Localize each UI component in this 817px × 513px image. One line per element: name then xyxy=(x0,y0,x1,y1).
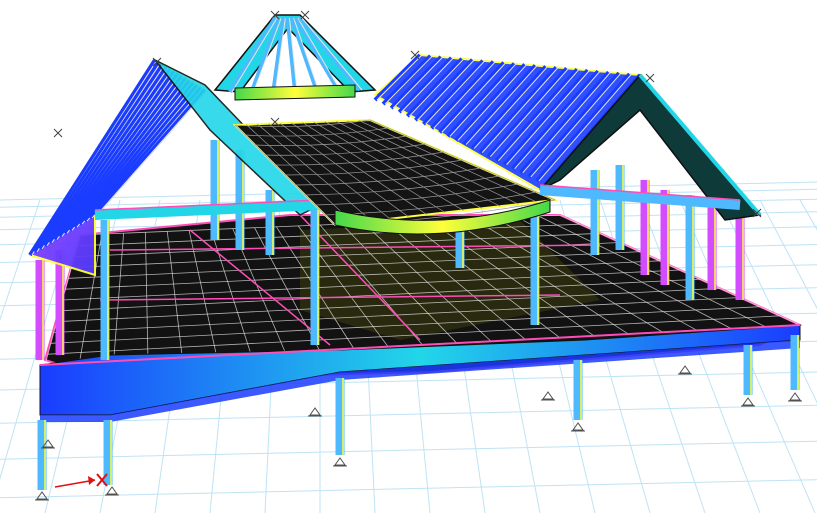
left-roof-tie-beam xyxy=(94,200,321,220)
pin-support-icon xyxy=(571,422,585,432)
center-roof-ridge-beam xyxy=(234,84,356,101)
origin-axis-icon xyxy=(54,473,108,488)
pin-support-icon xyxy=(35,491,49,501)
pin-support-icon xyxy=(678,365,692,375)
pin-support-icon xyxy=(541,391,555,401)
grid-line xyxy=(0,479,817,499)
model-canvas[interactable] xyxy=(0,0,817,513)
pin-support-icon xyxy=(741,397,755,407)
grid-line xyxy=(0,440,817,460)
node-cross-icon xyxy=(53,128,63,138)
pin-support-icon xyxy=(105,486,119,496)
grid-line xyxy=(799,199,817,231)
structural-model-viewport[interactable] xyxy=(0,0,817,513)
pin-support-icon xyxy=(788,392,802,402)
pin-support-icon xyxy=(333,457,347,467)
grid-line xyxy=(719,199,817,404)
grid-line xyxy=(759,199,817,310)
node-cross-icon xyxy=(645,73,655,83)
node-cross-icon xyxy=(300,10,310,20)
